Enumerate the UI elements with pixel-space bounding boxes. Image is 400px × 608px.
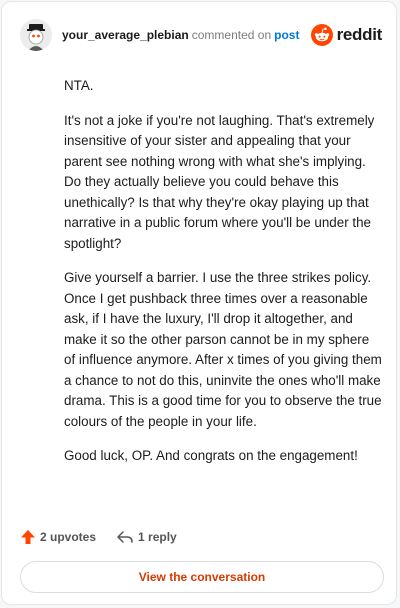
view-conversation-button[interactable]: View the conversation (20, 561, 384, 593)
commented-on-text: commented on (191, 28, 272, 42)
comment-meta: your_average_plebian commented on post (62, 28, 299, 42)
comment-paragraph: Give yourself a barrier. I use the three… (64, 270, 382, 429)
comment-paragraph: It's not a joke if you're not laughing. … (64, 112, 375, 251)
comment-header: your_average_plebian commented on post red… (20, 18, 382, 52)
comment-embed-card: your_average_plebian commented on post red… (1, 1, 397, 605)
user-avatar-icon (20, 19, 52, 51)
reddit-wordmark: reddit (336, 25, 383, 44)
upvote-arrow-icon (21, 530, 35, 544)
comment-body: NTA. It's not a joke if you're not laugh… (64, 76, 382, 481)
comment-paragraph: NTA. (64, 78, 94, 93)
reddit-brand[interactable]: reddit (310, 24, 383, 46)
upvote-button[interactable]: 2 upvotes (20, 529, 96, 545)
reddit-logo-icon (310, 24, 333, 46)
upvote-count: 2 upvotes (40, 530, 97, 544)
reply-arrow-icon (117, 531, 133, 543)
reply-button[interactable]: 1 reply (116, 529, 177, 545)
post-link[interactable]: post (274, 28, 299, 42)
comment-paragraph: Good luck, OP. And congrats on the engag… (64, 448, 358, 463)
avatar[interactable] (20, 19, 52, 51)
reply-count: 1 reply (138, 530, 177, 544)
username-link[interactable]: your_average_plebian (62, 28, 189, 42)
comment-actions: 2 upvotes 1 reply (20, 526, 177, 548)
